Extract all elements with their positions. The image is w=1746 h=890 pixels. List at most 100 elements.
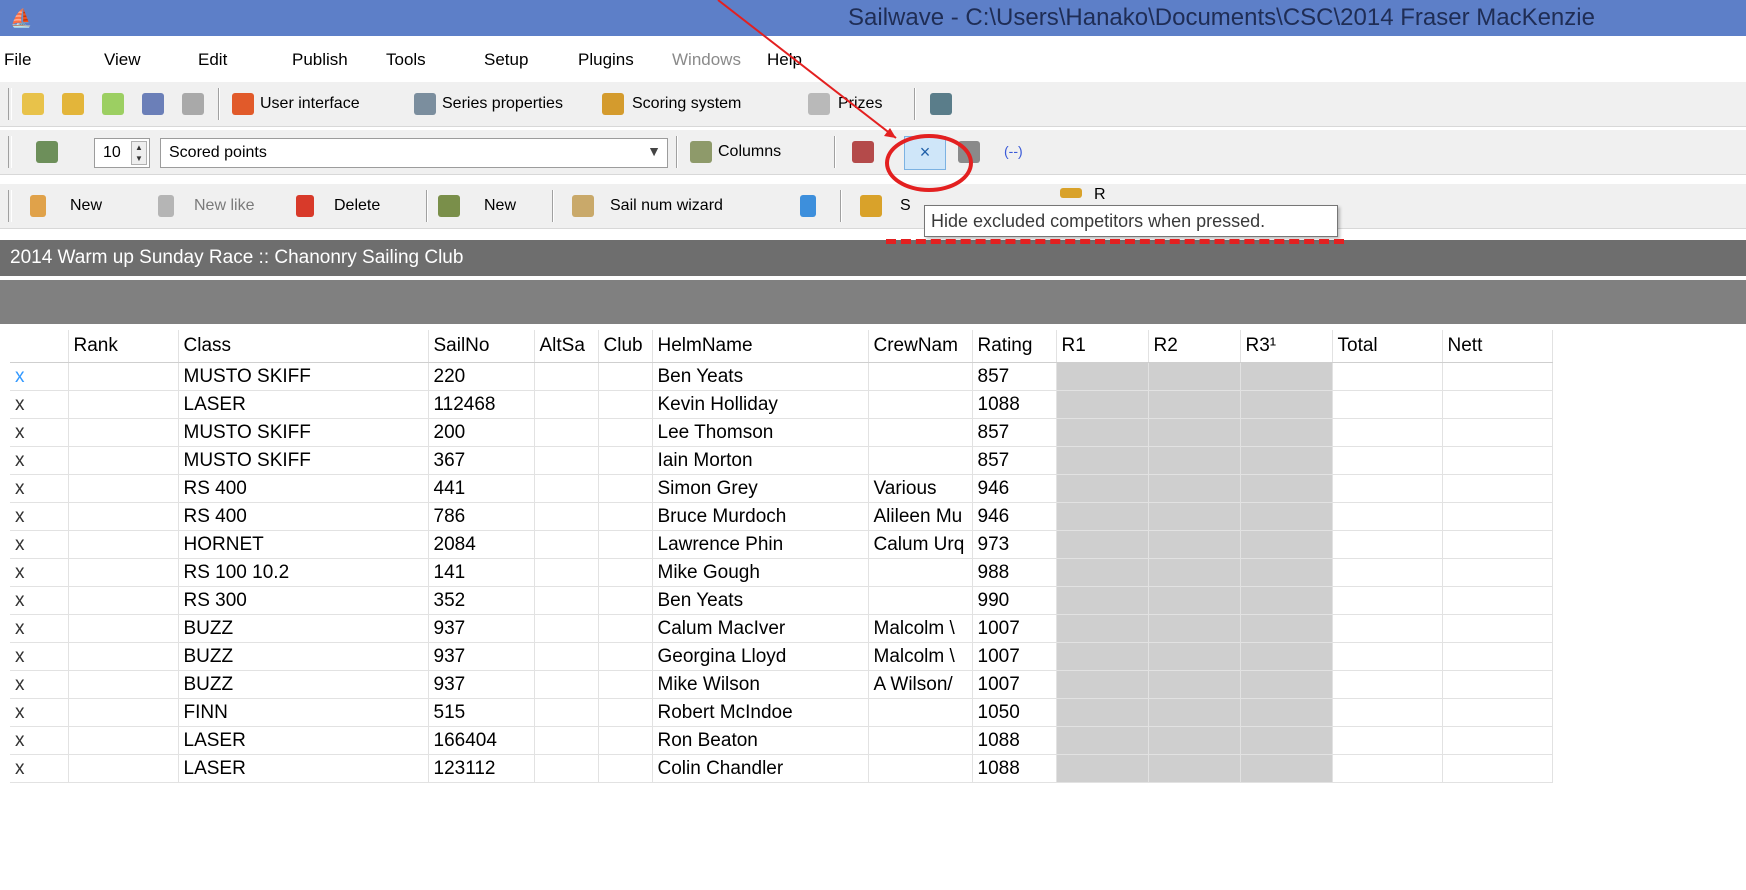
table-cell[interactable] — [1056, 502, 1149, 531]
column-header[interactable]: Total — [1332, 330, 1443, 363]
table-cell[interactable] — [1442, 390, 1553, 419]
table-cell[interactable]: Simon Grey — [652, 474, 869, 503]
table-cell[interactable] — [534, 362, 599, 391]
table-row[interactable]: x LASER 166404 Ron Beaton 1088 — [10, 726, 1553, 755]
table-cell[interactable] — [1332, 558, 1443, 587]
table-row[interactable]: x FINN 515 Robert McIndoe 1050 — [10, 698, 1553, 727]
table-cell[interactable] — [1148, 530, 1241, 559]
exclude-flag-cell[interactable]: x — [10, 614, 69, 643]
table-cell[interactable]: Various — [868, 474, 973, 503]
table-cell[interactable] — [534, 530, 599, 559]
scoring-system-button[interactable]: Scoring system — [632, 95, 741, 113]
table-cell[interactable]: LASER — [178, 726, 429, 755]
table-cell[interactable]: 973 — [972, 530, 1057, 559]
table-cell[interactable]: 857 — [972, 418, 1057, 447]
table-cell[interactable]: Mike Gough — [652, 558, 869, 587]
exclude-flag-cell[interactable]: x — [10, 390, 69, 419]
table-cell[interactable] — [534, 558, 599, 587]
scoring-system-icon[interactable] — [602, 93, 624, 115]
column-header[interactable]: AltSa — [534, 330, 599, 363]
table-cell[interactable] — [1056, 362, 1149, 391]
table-cell[interactable] — [1056, 586, 1149, 615]
table-cell[interactable] — [598, 586, 653, 615]
table-row[interactable]: x RS 100 10.2 141 Mike Gough 988 — [10, 558, 1553, 587]
column-header[interactable]: CrewNam — [868, 330, 973, 363]
table-cell[interactable] — [1332, 642, 1443, 671]
table-cell[interactable] — [1332, 530, 1443, 559]
column-header[interactable]: Rating — [972, 330, 1057, 363]
table-cell[interactable] — [1056, 558, 1149, 587]
import-icon[interactable] — [102, 93, 124, 115]
column-header[interactable]: R3¹ — [1240, 330, 1333, 363]
table-cell[interactable] — [1442, 418, 1553, 447]
table-cell[interactable] — [68, 502, 179, 531]
table-cell[interactable]: 857 — [972, 362, 1057, 391]
table-cell[interactable]: HORNET — [178, 530, 429, 559]
table-cell[interactable]: FINN — [178, 698, 429, 727]
table-cell[interactable] — [68, 558, 179, 587]
table-cell[interactable] — [1056, 530, 1149, 559]
new-competitor-icon[interactable] — [30, 195, 46, 217]
column-header[interactable]: R2 — [1148, 330, 1241, 363]
dropdown-arrow-icon[interactable]: ▼ — [647, 143, 661, 159]
table-cell[interactable] — [68, 726, 179, 755]
table-cell[interactable] — [68, 474, 179, 503]
table-cell[interactable] — [1240, 362, 1333, 391]
table-cell[interactable] — [1148, 362, 1241, 391]
table-cell[interactable] — [534, 390, 599, 419]
table-cell[interactable] — [1332, 586, 1443, 615]
column-header[interactable]: Club — [598, 330, 653, 363]
table-cell[interactable]: 112468 — [428, 390, 535, 419]
table-cell[interactable] — [868, 754, 973, 783]
table-row[interactable]: x LASER 112468 Kevin Holliday 1088 — [10, 390, 1553, 419]
table-cell[interactable] — [1332, 754, 1443, 783]
exclude-flag-cell[interactable]: x — [10, 698, 69, 727]
table-cell[interactable] — [1148, 754, 1241, 783]
columns-button[interactable]: Columns — [718, 143, 781, 161]
table-cell[interactable]: 123112 — [428, 754, 535, 783]
table-cell[interactable]: RS 400 — [178, 474, 429, 503]
table-cell[interactable] — [1148, 614, 1241, 643]
table-cell[interactable]: BUZZ — [178, 670, 429, 699]
table-cell[interactable] — [868, 362, 973, 391]
table-cell[interactable]: 937 — [428, 614, 535, 643]
table-row[interactable]: x RS 400 441 Simon Grey Various 946 — [10, 474, 1553, 503]
table-cell[interactable]: 1088 — [972, 754, 1057, 783]
table-cell[interactable] — [1056, 754, 1149, 783]
series-properties-button[interactable]: Series properties — [442, 95, 563, 113]
table-cell[interactable] — [1056, 614, 1149, 643]
table-row[interactable]: x LASER 123112 Colin Chandler 1088 — [10, 754, 1553, 783]
toolbar-grip[interactable] — [8, 190, 12, 222]
menu-publish[interactable]: Publish — [292, 50, 348, 70]
column-header[interactable] — [10, 330, 69, 363]
table-cell[interactable] — [868, 390, 973, 419]
table-cell[interactable] — [598, 642, 653, 671]
table-cell[interactable] — [1442, 586, 1553, 615]
table-cell[interactable] — [1148, 726, 1241, 755]
table-row[interactable]: x BUZZ 937 Mike Wilson A Wilson/1007 — [10, 670, 1553, 699]
table-cell[interactable] — [68, 530, 179, 559]
table-cell[interactable]: 1050 — [972, 698, 1057, 727]
table-cell[interactable] — [1148, 558, 1241, 587]
column-header[interactable]: Nett — [1442, 330, 1553, 363]
table-cell[interactable] — [1056, 418, 1149, 447]
table-cell[interactable]: Ron Beaton — [652, 726, 869, 755]
table-cell[interactable]: Georgina Lloyd — [652, 642, 869, 671]
table-cell[interactable] — [1442, 642, 1553, 671]
table-cell[interactable] — [68, 586, 179, 615]
table-cell[interactable] — [534, 446, 599, 475]
table-cell[interactable]: 515 — [428, 698, 535, 727]
table-cell[interactable] — [1240, 558, 1333, 587]
new-competitor-button[interactable]: New — [70, 197, 102, 215]
table-cell[interactable] — [868, 418, 973, 447]
user-interface-icon[interactable] — [232, 93, 254, 115]
table-cell[interactable]: 1007 — [972, 642, 1057, 671]
sailwave-app-icon[interactable]: ⛵ — [10, 8, 32, 28]
table-cell[interactable] — [1240, 614, 1333, 643]
table-row[interactable]: x MUSTO SKIFF 200 Lee Thomson 857 — [10, 418, 1553, 447]
table-cell[interactable] — [598, 614, 653, 643]
new-like-icon[interactable] — [158, 195, 174, 217]
table-cell[interactable] — [598, 474, 653, 503]
table-cell[interactable] — [68, 446, 179, 475]
table-cell[interactable] — [68, 698, 179, 727]
